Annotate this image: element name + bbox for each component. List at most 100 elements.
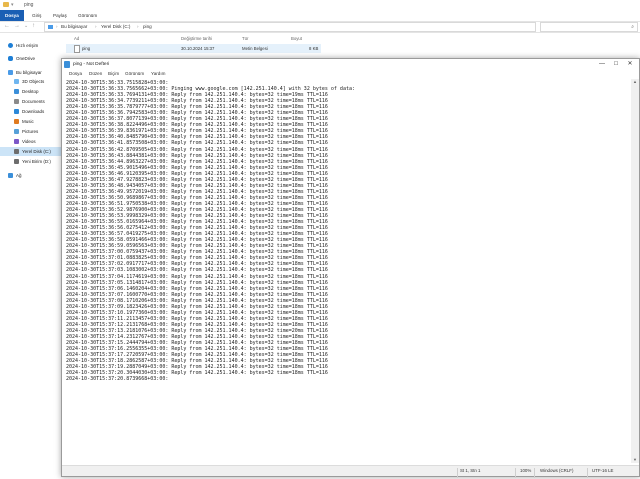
file-list-header: Ad Değiştirme tarihi Tür Boyut <box>66 34 321 43</box>
search-input[interactable]: ⌕ <box>540 22 638 32</box>
nav-item-label: Music <box>22 119 34 124</box>
notepad-window: ping - Not Defteri — ☐ ✕ Dosya Düzen Biç… <box>61 58 640 478</box>
notepad-title: ping - Not Defteri <box>73 62 110 67</box>
ribbon-tab-giris[interactable]: Giriş <box>27 10 46 21</box>
status-divider <box>587 468 588 478</box>
up-arrow-icon[interactable]: ↑ <box>32 23 35 29</box>
picture-icon <box>14 129 19 135</box>
cube-icon <box>14 79 19 85</box>
nav-item-pictures[interactable]: Pictures <box>14 127 38 136</box>
menu-yardim[interactable]: Yardım <box>151 71 165 76</box>
menu-gorunum[interactable]: Görünüm <box>125 71 144 76</box>
status-divider <box>515 468 516 478</box>
menu-bicim[interactable]: Biçim <box>108 71 119 76</box>
drive-icon <box>14 159 19 165</box>
maximize-icon[interactable]: ☐ <box>609 60 623 69</box>
close-icon[interactable]: ✕ <box>623 60 637 69</box>
nav-item-documents[interactable]: Documents <box>14 97 45 106</box>
file-row[interactable]: ping 30.10.2024 15:37 Metin Belgesi 8 KB <box>66 44 321 53</box>
video-icon <box>14 139 19 145</box>
notepad-menubar: Dosya Düzen Biçim Görünüm Yardım <box>62 70 639 79</box>
address-bar[interactable]: › Bu bilgisayar › Yerel Disk (C:) › ping <box>44 22 536 32</box>
nav-item-desktop[interactable]: Desktop <box>14 87 39 96</box>
line-ending: Windows (CRLF) <box>540 468 574 473</box>
nav-item-onedrive[interactable]: OneDrive <box>8 54 35 63</box>
minimize-icon[interactable]: — <box>595 60 609 69</box>
music-icon <box>14 119 19 125</box>
encoding: UTF-16 LE <box>592 468 614 473</box>
nav-item-local-disk-c[interactable]: Yerel Disk (C:) <box>0 147 62 156</box>
menu-duzen[interactable]: Düzen <box>89 71 102 76</box>
cursor-position: St 1, Stn 1 <box>460 468 481 473</box>
notepad-icon <box>64 61 70 68</box>
vertical-scrollbar[interactable]: ▲ ▼ <box>631 79 639 463</box>
breadcrumb-separator: › <box>137 24 139 29</box>
file-name: ping <box>82 46 91 51</box>
nav-item-label: Ağ <box>16 173 22 178</box>
nav-item-videos[interactable]: Videos <box>14 137 36 146</box>
column-header-type[interactable]: Tür <box>242 36 248 41</box>
computer-icon <box>48 25 53 29</box>
zoom-level: 100% <box>520 468 532 473</box>
breadcrumb-separator: › <box>95 24 97 29</box>
nav-item-label: Yerel Disk (C:) <box>22 149 51 154</box>
column-header-date[interactable]: Değiştirme tarihi <box>181 36 212 41</box>
breadcrumb-this-pc[interactable]: Bu bilgisayar <box>61 23 87 31</box>
text-file-icon <box>74 45 80 53</box>
file-date: 30.10.2024 15:37 <box>181 46 215 51</box>
nav-item-3d-objects[interactable]: 3D Objects <box>14 77 44 86</box>
ribbon-tab-paylas[interactable]: Paylaş <box>48 10 72 21</box>
nav-item-network[interactable]: Ağ <box>8 171 22 180</box>
ribbon-tab-dosya[interactable]: Dosya <box>0 10 24 21</box>
text-line: 2024-10-30T15:37:20.8739668+03:00: <box>66 376 169 383</box>
cloud-icon <box>8 56 13 62</box>
menu-dosya[interactable]: Dosya <box>69 71 82 76</box>
nav-item-downloads[interactable]: Downloads <box>14 107 44 116</box>
search-icon: ⌕ <box>631 24 634 30</box>
forward-arrow-icon[interactable]: → <box>14 23 20 29</box>
navigation-pane: Hızlı erişim OneDrive Bu bilgisayar 3D O… <box>0 33 62 479</box>
recent-dropdown-icon[interactable]: ⌄ <box>24 23 28 29</box>
folder-icon <box>3 2 9 7</box>
scroll-up-icon[interactable]: ▲ <box>632 79 638 85</box>
computer-icon <box>8 70 13 76</box>
download-icon <box>14 109 19 115</box>
breadcrumb-local-disk[interactable]: Yerel Disk (C:) <box>101 23 130 31</box>
status-divider <box>457 468 458 478</box>
column-header-name[interactable]: Ad <box>74 36 79 41</box>
ribbon-tab-gorunum[interactable]: Görünüm <box>73 10 102 21</box>
drive-icon <box>14 149 19 155</box>
nav-item-quick-access[interactable]: Hızlı erişim <box>8 41 38 50</box>
nav-item-new-volume-d[interactable]: Yeni Birim (D:) <box>14 157 51 166</box>
quick-access-toolbar[interactable]: ▾ <box>11 2 21 8</box>
nav-item-label: Documents <box>22 99 45 104</box>
desktop-icon <box>14 89 19 95</box>
status-divider <box>534 468 535 478</box>
file-size: 8 KB <box>309 46 319 51</box>
nav-item-label: Downloads <box>22 109 45 114</box>
network-icon <box>8 173 13 179</box>
nav-item-this-pc[interactable]: Bu bilgisayar <box>8 68 42 77</box>
nav-item-label: Desktop <box>22 89 39 94</box>
column-header-size[interactable]: Boyut <box>291 36 302 41</box>
nav-item-label: 3D Objects <box>22 79 45 84</box>
nav-item-label: Hızlı erişim <box>16 43 39 48</box>
explorer-title: ping <box>24 2 34 8</box>
nav-item-music[interactable]: Music <box>14 117 34 126</box>
star-icon <box>8 43 13 49</box>
explorer-address-bar-row: ← → ⌄ ↑ › Bu bilgisayar › Yerel Disk (C:… <box>0 21 640 33</box>
scroll-down-icon[interactable]: ▼ <box>632 457 638 463</box>
back-arrow-icon[interactable]: ← <box>4 23 10 29</box>
nav-item-label: OneDrive <box>16 56 36 61</box>
nav-item-label: Bu bilgisayar <box>16 70 42 75</box>
explorer-titlebar: ▾ ping <box>0 0 640 10</box>
nav-item-label: Pictures <box>22 129 39 134</box>
file-type: Metin Belgesi <box>242 46 268 51</box>
notepad-text-area[interactable]: 2024-10-30T15:36:33.7515828+03:00: 2024-1… <box>66 80 626 462</box>
nav-item-label: Yeni Birim (D:) <box>22 159 51 164</box>
document-icon <box>14 99 19 105</box>
notepad-titlebar[interactable]: ping - Not Defteri — ☐ ✕ <box>62 59 639 70</box>
breadcrumb-ping[interactable]: ping <box>143 23 152 31</box>
nav-item-label: Videos <box>22 139 36 144</box>
breadcrumb-separator: › <box>56 24 58 29</box>
